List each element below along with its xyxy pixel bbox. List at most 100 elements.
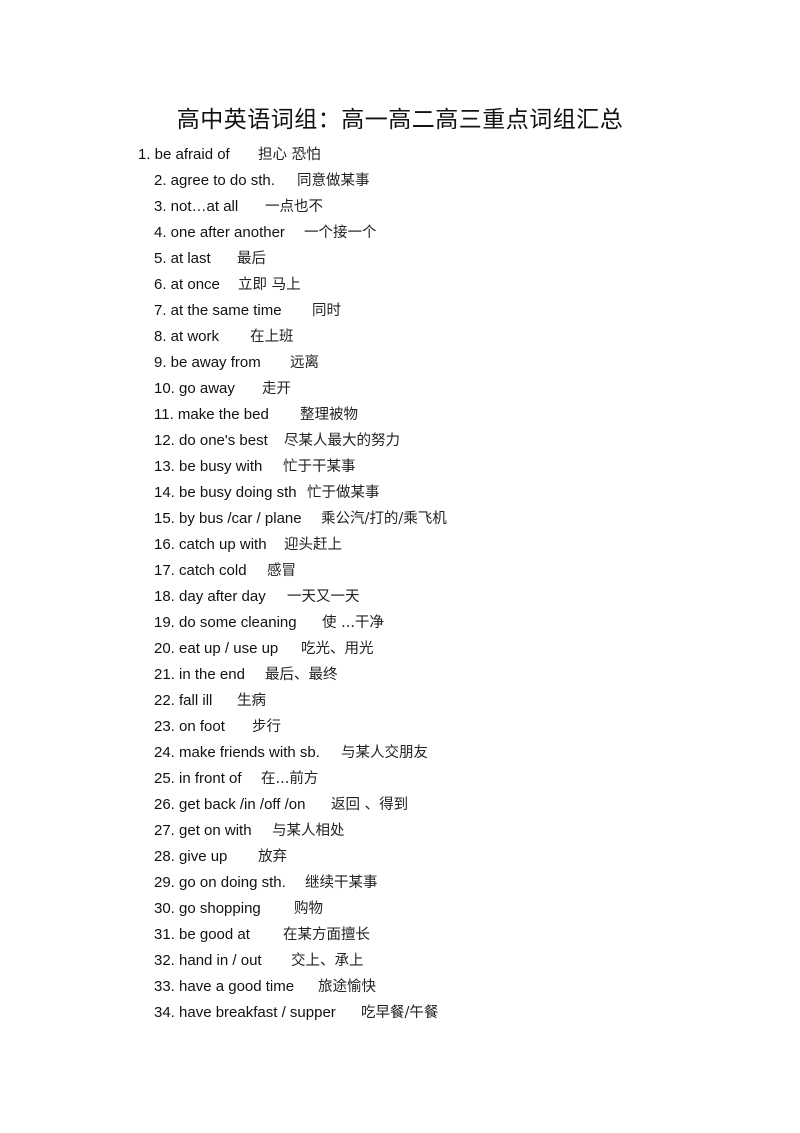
phrase-english: 20. eat up / use up xyxy=(154,640,279,657)
phrase-english: 29. go on doing sth. xyxy=(154,874,286,891)
phrase-chinese: 返回 、得到 xyxy=(331,797,409,813)
phrase-english: 4. one after another xyxy=(154,224,285,241)
phrase-entry: 30. go shopping 购物 xyxy=(154,899,754,919)
phrase-english: 17. catch cold xyxy=(154,562,247,579)
phrase-entry: 22. fall ill 生病 xyxy=(154,691,754,711)
phrase-chinese: 在某方面擅长 xyxy=(283,927,370,943)
phrase-chinese: 与某人相处 xyxy=(272,823,345,839)
phrase-chinese: 吃早餐/午餐 xyxy=(361,1005,439,1021)
phrase-chinese: 一点也不 xyxy=(265,199,323,215)
phrase-entry: 8. at work 在上班 xyxy=(154,327,754,347)
phrase-chinese: 感冒 xyxy=(267,563,296,579)
phrase-entry: 4. one after another 一个接一个 xyxy=(154,223,754,243)
phrase-entry: 10. go away 走开 xyxy=(154,379,754,399)
phrase-english: 7. at the same time xyxy=(154,302,282,319)
document-title: 高中英语词组：高一高二高三重点词组汇总 xyxy=(176,107,624,133)
phrase-entry: 9. be away from 远离 xyxy=(154,353,754,373)
phrase-entry: 3. not…at all 一点也不 xyxy=(154,197,754,217)
phrase-chinese: 最后、最终 xyxy=(265,667,338,683)
phrase-chinese: 迎头赶上 xyxy=(284,537,342,553)
phrase-chinese: 远离 xyxy=(290,355,319,371)
phrase-chinese: 在...前方 xyxy=(261,771,319,787)
phrase-english: 11. make the bed xyxy=(154,406,269,423)
phrase-chinese: 使 ...干净 xyxy=(322,615,384,631)
phrase-entry: 18. day after day 一天又一天 xyxy=(154,587,754,607)
phrase-english: 6. at once xyxy=(154,276,220,293)
phrase-entry: 14. be busy doing sth 忙于做某事 xyxy=(154,483,754,503)
phrase-entry: 2. agree to do sth. 同意做某事 xyxy=(154,171,754,191)
phrase-chinese: 尽某人最大的努力 xyxy=(284,433,400,449)
phrase-entry: 16. catch up with 迎头赶上 xyxy=(154,535,754,555)
phrase-chinese: 乘公汽/打的/乘飞机 xyxy=(321,511,447,527)
phrase-english: 3. not…at all xyxy=(154,198,239,215)
phrase-chinese: 步行 xyxy=(252,719,281,735)
phrase-english: 34. have breakfast / supper xyxy=(154,1004,336,1021)
phrase-entry: 32. hand in / out 交上、承上 xyxy=(154,951,754,971)
phrase-english: 16. catch up with xyxy=(154,536,267,553)
phrase-entry: 27. get on with 与某人相处 xyxy=(154,821,754,841)
phrase-english: 5. at last xyxy=(154,250,211,267)
phrase-chinese: 忙于做某事 xyxy=(307,485,380,501)
phrase-chinese: 在上班 xyxy=(250,329,294,345)
phrase-chinese: 担心 恐怕 xyxy=(258,147,321,163)
phrase-english: 12. do one's best xyxy=(154,432,268,449)
phrase-chinese: 走开 xyxy=(262,381,291,397)
phrase-entry: 6. at once 立即 马上 xyxy=(154,275,754,295)
phrase-english: 21. in the end xyxy=(154,666,245,683)
document-page: 高中英语词组：高一高二高三重点词组汇总 1. be afraid of 担心 恐怕… xyxy=(0,0,800,1133)
phrase-entry: 33. have a good time 旅途愉快 xyxy=(154,977,754,997)
phrase-english: 18. day after day xyxy=(154,588,266,605)
phrase-entry: 5. at last 最后 xyxy=(154,249,754,269)
phrase-chinese: 一个接一个 xyxy=(304,225,377,241)
phrase-chinese: 继续干某事 xyxy=(305,875,378,891)
phrase-english: 10. go away xyxy=(154,380,235,397)
phrase-chinese: 同意做某事 xyxy=(297,173,370,189)
phrase-entry: 17. catch cold 感冒 xyxy=(154,561,754,581)
phrase-entry: 29. go on doing sth. 继续干某事 xyxy=(154,873,754,893)
phrase-english: 14. be busy doing sth xyxy=(154,484,297,501)
phrase-entry: 31. be good at 在某方面擅长 xyxy=(154,925,754,945)
phrase-chinese: 放弃 xyxy=(258,849,287,865)
phrase-english: 24. make friends with sb. xyxy=(154,744,320,761)
phrase-entry: 34. have breakfast / supper 吃早餐/午餐 xyxy=(154,1003,754,1023)
phrase-chinese: 生病 xyxy=(237,693,266,709)
phrase-entry: 11. make the bed 整理被物 xyxy=(154,405,754,425)
phrase-english: 28. give up xyxy=(154,848,228,865)
phrase-english: 13. be busy with xyxy=(154,458,263,475)
phrase-chinese: 与某人交朋友 xyxy=(341,745,428,761)
phrase-english: 22. fall ill xyxy=(154,692,213,709)
phrase-english: 26. get back /in /off /on xyxy=(154,796,306,813)
phrase-entry: 19. do some cleaning 使 ...干净 xyxy=(154,613,754,633)
phrase-entry: 24. make friends with sb. 与某人交朋友 xyxy=(154,743,754,763)
phrase-entry: 7. at the same time 同时 xyxy=(154,301,754,321)
phrase-english: 19. do some cleaning xyxy=(154,614,297,631)
phrase-english: 8. at work xyxy=(154,328,220,345)
phrase-english: 30. go shopping xyxy=(154,900,261,917)
phrase-chinese: 同时 xyxy=(312,303,341,319)
phrase-english: 33. have a good time xyxy=(154,978,295,995)
phrase-english: 2. agree to do sth. xyxy=(154,172,275,189)
phrase-entry: 1. be afraid of 担心 恐怕 xyxy=(138,145,738,165)
phrase-chinese: 立即 马上 xyxy=(238,277,301,293)
phrase-english: 23. on foot xyxy=(154,718,225,735)
phrase-entry: 28. give up 放弃 xyxy=(154,847,754,867)
phrase-entry: 26. get back /in /off /on 返回 、得到 xyxy=(154,795,754,815)
phrase-english: 1. be afraid of xyxy=(138,146,230,163)
phrase-entry: 13. be busy with 忙于干某事 xyxy=(154,457,754,477)
phrase-chinese: 一天又一天 xyxy=(287,589,360,605)
phrase-chinese: 旅途愉快 xyxy=(318,979,376,995)
phrase-entry: 23. on foot 步行 xyxy=(154,717,754,737)
phrase-english: 25. in front of xyxy=(154,770,242,787)
phrase-english: 32. hand in / out xyxy=(154,952,262,969)
phrase-entry: 15. by bus /car / plane 乘公汽/打的/乘飞机 xyxy=(154,509,754,529)
phrase-english: 31. be good at xyxy=(154,926,250,943)
phrase-chinese: 交上、承上 xyxy=(291,953,364,969)
phrase-chinese: 忙于干某事 xyxy=(283,459,356,475)
phrase-chinese: 购物 xyxy=(294,901,323,917)
phrase-chinese: 吃光、用光 xyxy=(301,641,374,657)
phrase-english: 15. by bus /car / plane xyxy=(154,510,302,527)
phrase-english: 27. get on with xyxy=(154,822,252,839)
phrase-entry: 25. in front of 在...前方 xyxy=(154,769,754,789)
phrase-chinese: 最后 xyxy=(237,251,266,267)
phrase-english: 9. be away from xyxy=(154,354,261,371)
